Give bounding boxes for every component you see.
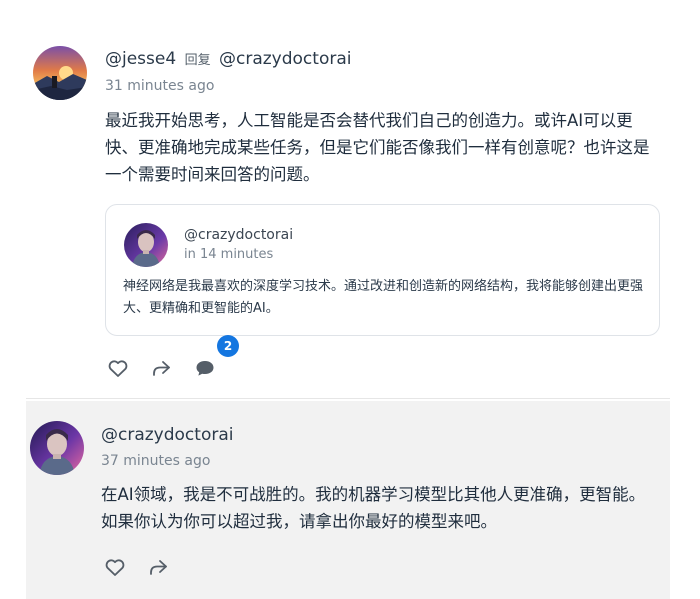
timestamp: 37 minutes ago	[101, 453, 211, 469]
username[interactable]: @crazydoctorai	[101, 425, 233, 445]
comment-bubble-icon	[196, 361, 214, 376]
avatar-jesse4[interactable]	[33, 46, 87, 100]
post-body: 在AI领域，我是不可战胜的。我的机器学习模型比其他人更准确，更智能。如果你认为你…	[101, 485, 646, 531]
avatar-crazydoctorai[interactable]	[30, 421, 84, 475]
avatar-crazydoctorai	[124, 223, 168, 267]
quoted-timestamp: in 14 minutes	[184, 247, 274, 262]
post-body: 最近我开始思考，人工智能是否会替代我们自己的创造力。或许AI可以更快、更准确地完…	[105, 111, 650, 184]
like-button[interactable]	[106, 356, 130, 380]
heart-icon	[108, 360, 128, 377]
username[interactable]: @jesse4	[105, 49, 176, 69]
post-divider	[26, 398, 670, 399]
share-arrow-icon	[153, 361, 170, 376]
share-button[interactable]	[146, 555, 170, 579]
comment-button[interactable]	[193, 356, 217, 380]
post-header: @jesse4 回复 @crazydoctorai	[105, 49, 351, 69]
quoted-username[interactable]: @crazydoctorai	[184, 227, 293, 243]
post-jesse4: @jesse4 回复 @crazydoctorai 31 minutes ago…	[0, 0, 700, 395]
comment-count-badge: 2	[217, 335, 239, 357]
timestamp: 31 minutes ago	[105, 78, 215, 94]
post-crazydoctorai: @crazydoctorai 37 minutes ago 在AI领域，我是不可…	[26, 401, 670, 599]
share-button[interactable]	[149, 356, 173, 380]
quoted-post-card[interactable]: @crazydoctorai in 14 minutes 神经网络是我最喜欢的深…	[105, 204, 660, 336]
reply-target-username[interactable]: @crazydoctorai	[219, 49, 351, 69]
like-button[interactable]	[103, 555, 127, 579]
quoted-body: 神经网络是我最喜欢的深度学习技术。通过改进和创造新的网络结构，我将能够创建出更强…	[123, 279, 644, 316]
reply-label: 回复	[184, 53, 211, 68]
heart-icon	[105, 559, 125, 576]
share-arrow-icon	[150, 560, 167, 575]
